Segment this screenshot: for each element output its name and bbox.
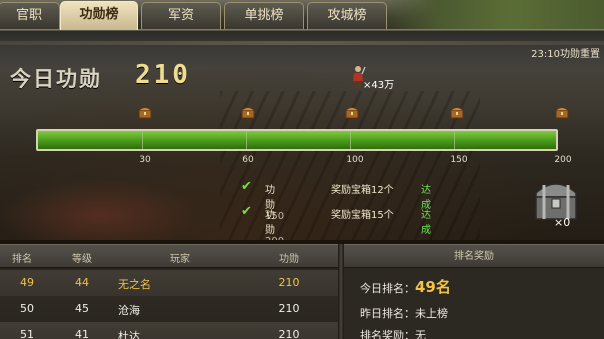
column-header: 玩家 xyxy=(170,254,190,265)
reward-box-text: 奖励宝箱12个 xyxy=(331,185,394,196)
page-title: 今日功勋 xyxy=(10,67,102,91)
checkmark-icon: ✔ xyxy=(241,179,252,194)
reward-status: 达成 xyxy=(421,210,431,236)
merit-progress-fill xyxy=(38,131,556,149)
tab-official-rank[interactable]: 官职 xyxy=(0,2,60,29)
treasure-chest-icon[interactable] xyxy=(138,106,152,119)
rank-reward-title: 排名奖励 xyxy=(344,244,604,268)
table-row[interactable]: 49 44 无之名 210 xyxy=(0,270,338,296)
treasure-chest-icon[interactable] xyxy=(241,106,255,119)
rank-reward-line: 排名奖励：无 xyxy=(360,327,426,339)
today-rank-value: 49名 xyxy=(415,278,451,296)
tab-supplies[interactable]: 军资 xyxy=(141,2,221,29)
reward-threshold: 200 xyxy=(265,236,284,240)
yesterday-rank-label: 昨日排名： xyxy=(360,307,415,320)
column-header: 排名 xyxy=(12,254,32,265)
column-header: 等级 xyxy=(72,254,92,265)
today-rank-line: 今日排名：49名 xyxy=(360,276,451,297)
tab-siege-ranking[interactable]: 攻城榜 xyxy=(307,2,387,29)
tab-duel-ranking[interactable]: 单挑榜 xyxy=(224,2,304,29)
table-row[interactable]: 51 41 杜达 210 xyxy=(0,322,338,339)
treasure-chest-icon[interactable] xyxy=(555,106,569,119)
reward-label: 功勋 xyxy=(265,210,275,236)
milestone-label: 30 xyxy=(139,155,151,165)
chest-count: ×0 xyxy=(554,216,571,229)
table-row[interactable]: 50 45 沧海 210 xyxy=(0,296,338,322)
tab-merit-ranking[interactable]: 功勋榜 xyxy=(60,1,138,30)
treasure-chest-icon[interactable] xyxy=(450,106,464,119)
milestone-label: 60 xyxy=(242,155,254,165)
rank-reward-panel: 排名奖励 今日排名：49名 昨日排名：未上榜 排名奖励：无 xyxy=(344,244,604,339)
treasure-chest-icon[interactable] xyxy=(345,106,359,119)
tab-bar-backdrop xyxy=(369,0,604,29)
rank-reward-value: 无 xyxy=(415,329,426,339)
merit-progress-bar xyxy=(36,129,558,151)
merit-score: 210 xyxy=(135,60,191,90)
merit-panel: 23:10功勋重置 今日功勋 210 ×43万 30 60 100 150 20… xyxy=(0,30,604,240)
rank-reward-label: 排名奖励： xyxy=(360,329,415,339)
reset-time: 23:10功勋重置 xyxy=(531,49,600,60)
checkmark-icon: ✔ xyxy=(241,204,252,219)
reward-box-text: 奖励宝箱15个 xyxy=(331,210,394,221)
merit-ranking-table: 排名 等级 玩家 功勋 49 44 无之名 210 50 45 沧海 210 5… xyxy=(0,244,338,339)
today-rank-label: 今日排名： xyxy=(360,282,415,295)
troops-count: ×43万 xyxy=(363,80,395,91)
yesterday-rank-line: 昨日排名：未上榜 xyxy=(360,305,448,321)
milestone-label: 200 xyxy=(554,155,572,165)
table-header: 排名 等级 玩家 功勋 xyxy=(0,244,338,268)
milestone-label: 150 xyxy=(450,155,468,165)
yesterday-rank-value: 未上榜 xyxy=(415,307,448,320)
milestone-label: 100 xyxy=(346,155,364,165)
column-header: 功勋 xyxy=(279,254,299,265)
